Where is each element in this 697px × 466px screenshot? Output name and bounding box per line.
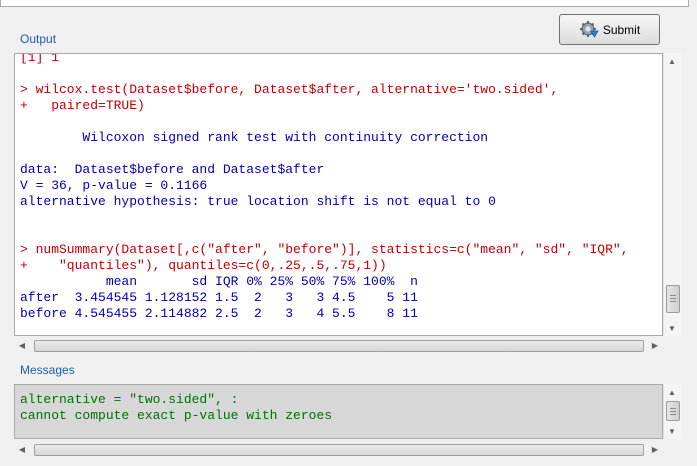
messages-horizontal-thumb[interactable] — [34, 444, 644, 456]
scroll-up-arrow-icon[interactable]: ▲ — [664, 53, 680, 69]
messages-pane[interactable]: alternative = "two.sided", : cannot compu… — [14, 384, 663, 439]
submit-label: Submit — [602, 22, 641, 37]
messages-text: alternative = "two.sided", : cannot compu… — [20, 392, 332, 424]
output-line: mean sd IQR 0% 25% 50% 75% 100% n — [20, 274, 418, 289]
output-label: Output — [20, 32, 57, 46]
scroll-left-arrow-icon[interactable]: ◀ — [14, 337, 30, 353]
messages-scroll-down-arrow-icon[interactable]: ▼ — [664, 423, 680, 439]
output-line: before 4.545455 2.114882 2.5 2 3 4 5.5 8… — [20, 306, 418, 321]
scroll-down-arrow-icon[interactable]: ▼ — [664, 320, 680, 336]
messages-scroll-left-arrow-icon[interactable]: ◀ — [14, 441, 30, 457]
messages-vertical-thumb[interactable] — [666, 401, 680, 421]
messages-horizontal-scrollbar[interactable]: ◀ ▶ — [14, 441, 663, 458]
output-horizontal-scrollbar[interactable]: ◀ ▶ — [14, 337, 663, 354]
messages-scroll-right-arrow-icon[interactable]: ▶ — [647, 441, 663, 457]
output-line: [1] 1 — [20, 53, 60, 65]
messages-label: Messages — [20, 363, 75, 377]
output-line: > wilcox.test(Dataset$before, Dataset$af… — [20, 82, 559, 97]
output-line: > numSummary(Dataset[,c("after", "before… — [20, 242, 629, 257]
output-line: + paired=TRUE) — [20, 98, 145, 113]
output-line: + "quantiles"), quantiles=c(0,.25,.5,.75… — [20, 258, 387, 273]
messages-vertical-scrollbar[interactable]: ▲ ▼ — [663, 384, 682, 439]
output-vertical-thumb[interactable] — [666, 285, 680, 313]
output-line: alternative hypothesis: true location sh… — [20, 194, 496, 209]
output-pane[interactable]: [1] 1 > wilcox.test(Dataset$before, Datas… — [14, 53, 663, 336]
scroll-right-arrow-icon[interactable]: ▶ — [647, 337, 663, 353]
output-horizontal-thumb[interactable] — [34, 340, 644, 352]
output-text: [1] 1 > wilcox.test(Dataset$before, Datas… — [20, 53, 629, 322]
message-line: alternative = "two.sided", : — [20, 392, 239, 407]
output-line: after 3.454545 1.128152 1.5 2 3 3 4.5 5 … — [20, 290, 418, 305]
output-line: data: Dataset$before and Dataset$after — [20, 162, 325, 177]
script-window-edge — [0, 0, 689, 7]
messages-scroll-up-arrow-icon[interactable]: ▲ — [664, 384, 680, 400]
output-line: V = 36, p-value = 0.1166 — [20, 178, 208, 193]
submit-button[interactable]: Submit — [559, 14, 660, 45]
output-line: Wilcoxon signed rank test with continuit… — [20, 130, 489, 145]
message-line: cannot compute exact p-value with zeroes — [20, 408, 333, 423]
output-vertical-scrollbar[interactable]: ▲ ▼ — [663, 53, 682, 336]
submit-gear-icon — [579, 20, 599, 40]
